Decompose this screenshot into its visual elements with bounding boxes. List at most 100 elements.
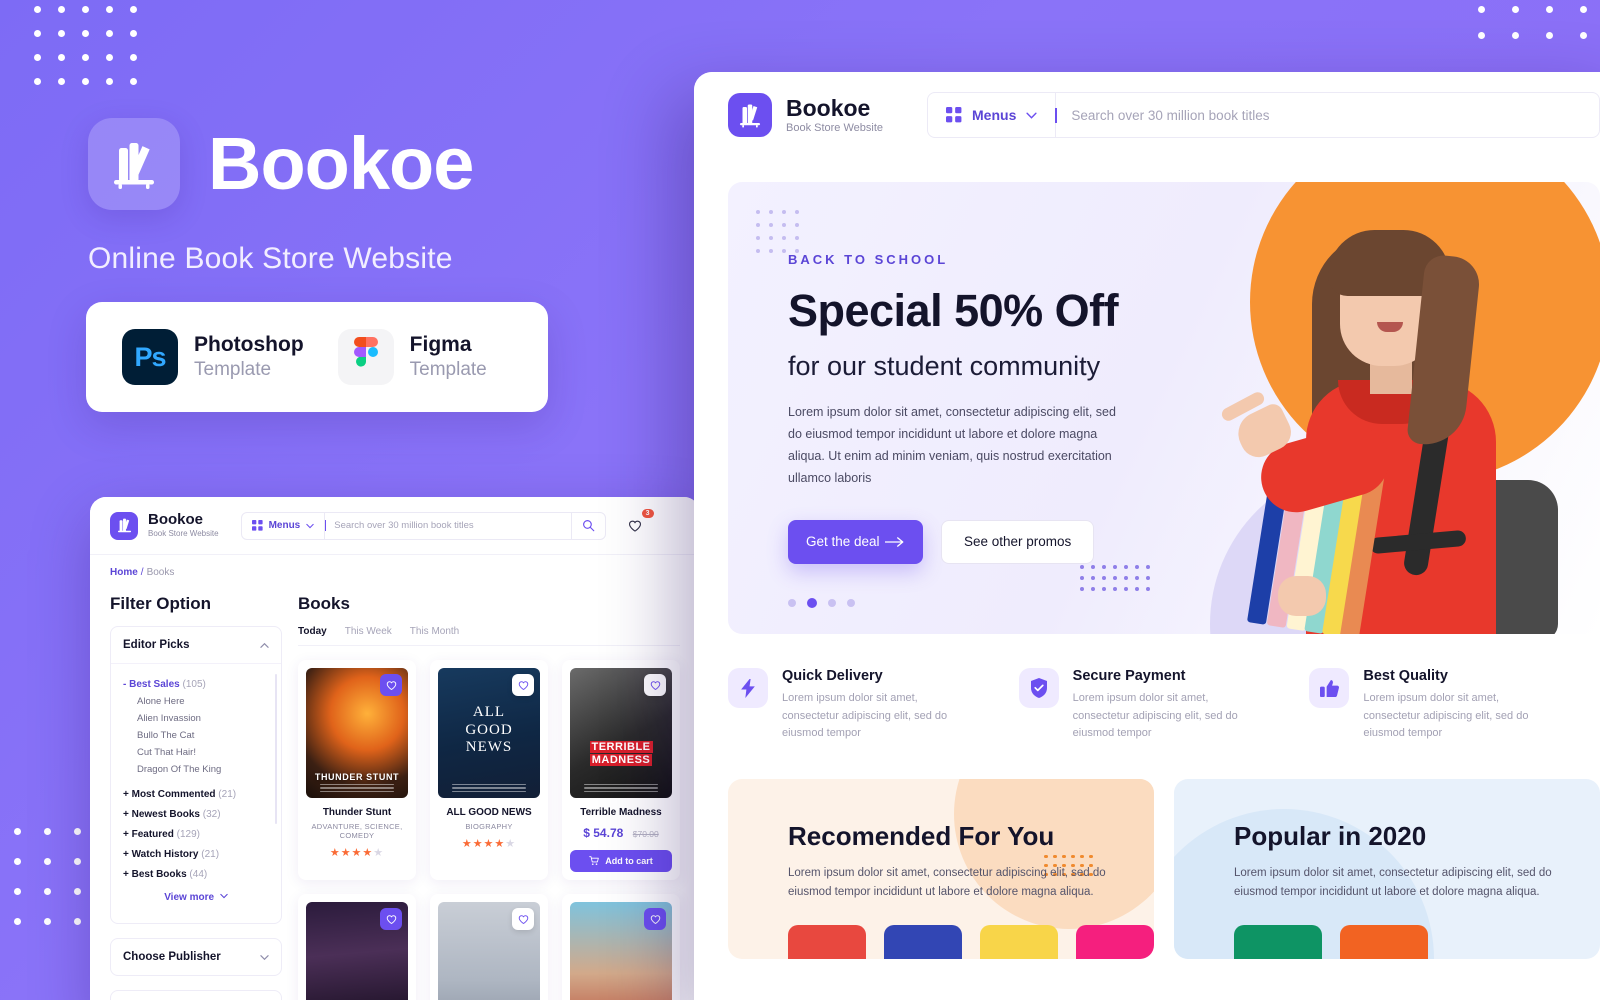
book-cover-lines [452,782,526,792]
tab-this-week[interactable]: This Week [345,626,392,637]
wishlist-badge: 3 [641,508,654,518]
book-swatch[interactable] [980,924,1058,959]
book-card[interactable]: A HEAVY LIFT [298,894,416,1000]
filter-group-featured[interactable]: + Featured (129) [123,829,269,840]
filter-group-count: (21) [201,849,220,860]
feature-title: Quick Delivery [782,668,883,684]
view-more-button[interactable]: View more [123,880,269,913]
brand-title: Bookoe [208,122,474,205]
photoshop-name: Photoshop [194,333,304,356]
home-menus-label: Menus [972,107,1017,123]
books-grid: THUNDER STUNT Thunder Stunt ADVANTURE, S… [298,660,680,1000]
book-swatch[interactable] [1234,924,1322,959]
carousel-dot-active[interactable] [807,597,817,608]
book-swatch[interactable] [788,924,866,959]
editor-picks-panel: Editor Picks - Best Sales (105) Alone He… [110,626,282,924]
book-swatch[interactable] [1076,924,1154,959]
book-rating: ★★★★★ [461,838,517,850]
chevron-down-icon [260,954,269,960]
book-genre: ADVANTURE, SCIENCE, COMEDY [311,822,403,840]
catalog-search-bar: Menus Search over 30 million book titles [240,511,606,540]
book-card[interactable]: TONE OUT [562,894,680,1000]
book-title: Terrible Madness [580,807,662,818]
chevron-down-icon [1026,112,1037,119]
wishlist-button[interactable]: 3 [622,508,654,539]
heart-icon[interactable] [380,674,402,696]
book-cover: TONE OUT [570,902,672,1000]
choose-publisher-panel[interactable]: Choose Publisher [110,938,282,976]
book-rating: ★★★★★ [329,847,385,859]
figma-name: Figma [409,333,472,356]
book-swatch[interactable] [884,924,962,959]
heart-icon[interactable] [512,908,534,930]
list-item[interactable]: Alone Here [137,696,269,707]
promo-book-swatches [1234,924,1600,959]
book-card[interactable]: TERRIBLE MADNESS Terrible Madness $ 54.78… [562,660,680,880]
bookshelf-icon [728,93,772,137]
list-item[interactable]: Alien Invassion [137,713,269,724]
book-swatch[interactable] [1340,924,1428,959]
list-item[interactable]: Dragon Of The King [137,764,269,775]
heart-icon[interactable] [644,908,666,930]
decorative-dots-top-right [1478,6,1600,58]
filter-group-label: + Best Books [123,869,187,880]
figma-icon [337,329,394,385]
heart-icon[interactable] [644,674,666,696]
list-item[interactable]: Bullo The Cat [137,730,269,741]
figma-kind: Template [409,359,487,381]
tab-today[interactable]: Today [298,626,327,637]
book-card[interactable] [430,894,548,1000]
photoshop-template-item[interactable]: Ps Photoshop Template [122,329,304,385]
home-brand-name: Bookoe [786,94,871,121]
book-cover-text: TERRIBLE MADNESS [589,740,653,766]
figma-template-item[interactable]: Figma Template [337,329,487,385]
filter-scrollbar[interactable] [275,674,277,824]
book-card[interactable]: THUNDER STUNT Thunder Stunt ADVANTURE, S… [298,660,416,880]
lower-hand [1278,576,1326,616]
add-to-cart-button[interactable]: Add to cart [570,850,672,872]
filter-group-count: (105) [182,679,206,690]
books-section: Books Today This Week This Month THUNDER… [298,594,680,1000]
carousel-dot[interactable] [847,598,855,607]
filter-group-watch-history[interactable]: + Watch History (21) [123,849,269,860]
search-icon[interactable] [570,512,605,539]
editor-picks-header[interactable]: Editor Picks [111,627,281,663]
carousel-dot[interactable] [788,598,796,607]
filter-group-best-books[interactable]: + Best Books (44) [123,869,269,880]
home-header: Bookoe Book Store Website Menus Search o… [694,72,1600,158]
carousel-dot[interactable] [828,598,836,607]
see-other-promos-label: See other promos [964,534,1072,549]
book-card[interactable]: ALL GOOD NEWS ALL GOOD NEWS BIOGRAPHY ★★★★… [430,660,548,880]
breadcrumb-home[interactable]: Home [110,567,138,578]
home-brand-sub: Book Store Website [786,122,884,135]
catalog-page-mockup: Bookoe Book Store Website Menus Search o… [90,497,700,1000]
cart-icon [589,856,600,865]
filter-group-label: + Newest Books [123,809,200,820]
choose-publisher-header[interactable]: Choose Publisher [111,939,281,975]
extra-filter-panel[interactable] [110,990,282,1000]
get-the-deal-button[interactable]: Get the deal [788,519,923,564]
tab-this-month[interactable]: This Month [410,626,459,637]
filter-group-newest-books[interactable]: + Newest Books (32) [123,809,269,820]
home-search-input[interactable]: Search over 30 million book titles [1055,107,1599,123]
carousel-dots[interactable] [788,597,1148,608]
filter-group-label: + Featured [123,829,174,840]
book-cover: ALL GOOD NEWS [438,668,540,798]
book-cover: THUNDER STUNT [306,668,408,798]
promo-card-popular[interactable]: Popular in 2020 Lorem ipsum dolor sit am… [1174,778,1600,959]
feature-title: Secure Payment [1072,668,1186,684]
list-item[interactable]: Cut That Hair! [137,747,269,758]
filter-group-most-commented[interactable]: + Most Commented (21) [123,789,269,800]
choose-publisher-title: Choose Publisher [123,951,221,963]
heart-icon[interactable] [512,674,534,696]
promo-card-recommended[interactable]: Recomended For You Lorem ipsum dolor sit… [728,778,1154,959]
promo-desc: Lorem ipsum dolor sit amet, consectetur … [788,866,1106,899]
filter-group-count: (44) [189,869,208,880]
catalog-menus-button[interactable]: Menus [242,512,326,539]
filter-group-best-sales[interactable]: - Best Sales (105) [123,679,269,690]
see-other-promos-button[interactable]: See other promos [941,519,1095,564]
feature-secure-payment: Secure Payment Lorem ipsum dolor sit ame… [1018,668,1310,743]
home-menus-button[interactable]: Menus [928,93,1057,137]
catalog-search-input[interactable]: Search over 30 million book titles [325,520,570,531]
heart-icon[interactable] [380,908,402,930]
